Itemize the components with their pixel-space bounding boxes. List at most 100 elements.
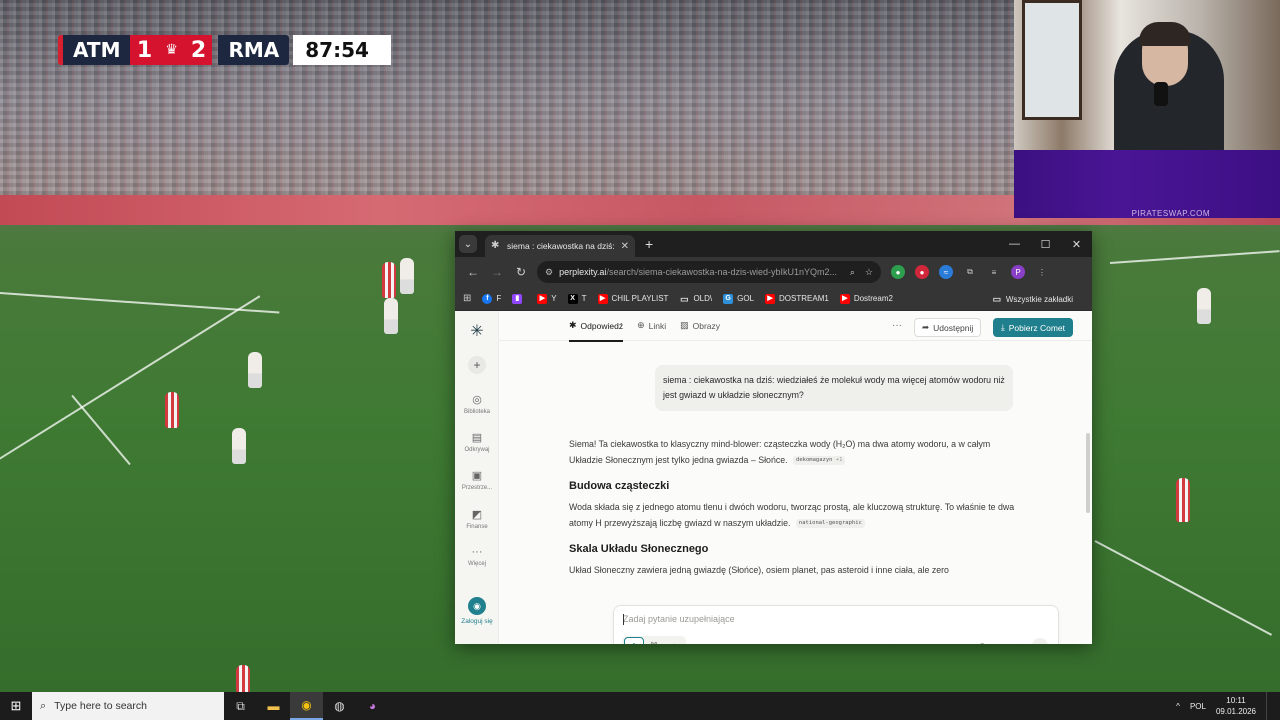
answer-paragraph: Woda składa się z jednego atomu tlenu i … <box>569 502 1015 528</box>
sidebar-item-finance[interactable]: ◩ Finanse <box>455 508 499 530</box>
extension-green-icon[interactable]: ● <box>891 265 905 279</box>
tab-search-button[interactable]: ⌄ <box>459 235 477 253</box>
new-tab-button[interactable]: + <box>645 236 653 252</box>
composer-tools: ⊕ ⌀ ♪ ↑ <box>979 638 1048 644</box>
language-indicator[interactable]: POL <box>1190 702 1206 711</box>
bookmark-star-icon[interactable]: ☆ <box>865 267 873 278</box>
tray-chevron-icon[interactable]: ^ <box>1176 702 1180 711</box>
share-button[interactable]: ➦ Udostępnij <box>914 318 982 337</box>
player <box>232 428 246 464</box>
room-window <box>1022 0 1082 120</box>
player <box>248 352 262 388</box>
bookmark-folder-old[interactable]: ▭ OLD\ <box>679 294 712 304</box>
minimize-button[interactable]: — <box>999 231 1030 257</box>
file-explorer-icon[interactable]: ▬ <box>257 692 290 720</box>
answer-heading: Budowa cząsteczki <box>569 480 670 492</box>
browser-tab[interactable]: ✱ siema : ciekawostka na dziś: wie ✕ <box>485 235 635 257</box>
player <box>400 258 414 294</box>
perplexity-logo-icon[interactable]: ✳ <box>467 321 487 341</box>
reading-list-icon[interactable]: ≡ <box>987 265 1001 279</box>
app-icon[interactable]: ◕ <box>356 692 389 720</box>
bookmark-twitch[interactable]: ▮ <box>512 293 526 304</box>
streamer-hair <box>1139 22 1191 46</box>
microphone-icon[interactable]: ♪ <box>1016 641 1021 644</box>
address-bar[interactable]: ⚙ perplexity.ai/search/siema-ciekawostka… <box>537 261 881 283</box>
extension-blue-icon[interactable]: ≈ <box>939 265 953 279</box>
extensions-puzzle-icon[interactable]: ⧉ <box>963 265 977 279</box>
send-button[interactable]: ↑ <box>1032 638 1048 644</box>
browser-menu-icon[interactable]: ⋮ <box>1035 265 1049 279</box>
back-button[interactable]: ← <box>461 265 485 279</box>
answer-heading: Skala Układu Słonecznego <box>569 543 709 555</box>
text-caret <box>623 614 624 625</box>
citation-badge[interactable]: dekomagazyn +1 <box>793 455 846 465</box>
bookmarks-bar: ⊞ fF ▮ ▶ Y XT ▶ CHIL PLAYLIST ▭ OLD\ G GOL ▶… <box>455 287 1092 311</box>
site-info-icon[interactable]: ⚙ <box>545 267 553 278</box>
tab-links[interactable]: ⊕ Linki <box>637 311 666 341</box>
perplexity-favicon-icon: ✱ <box>491 240 500 251</box>
citation-badge[interactable]: national-geographic <box>795 518 865 528</box>
new-thread-button[interactable]: + <box>468 356 486 374</box>
apps-grid-icon[interactable]: ⊞ <box>463 293 471 304</box>
microphone-icon <box>1154 82 1168 106</box>
all-bookmarks-folder[interactable]: ▭ Wszystkie zakładki <box>992 287 1073 311</box>
zoom-search-icon[interactable]: ⌕ <box>850 267 855 278</box>
windows-start-icon[interactable]: ⊞ <box>0 692 32 720</box>
forward-button[interactable]: → <box>485 265 509 279</box>
answer-body: Siema! Ta ciekawostka to klasyczny mind-… <box>569 437 1019 579</box>
download-comet-button[interactable]: ⤓ Pobierz Comet <box>993 318 1073 337</box>
taskbar-search[interactable]: ⌕ Type here to search <box>32 692 224 720</box>
stream-overlay-panel: PIRATESWAP.COM <box>1014 150 1280 218</box>
sources-globe-icon[interactable]: ⊕ <box>979 641 987 645</box>
search-icon: ⌕ <box>40 699 47 712</box>
thread-content: siema : ciekawostka na dziś: wiedziałeś … <box>499 341 1092 644</box>
show-desktop-button[interactable] <box>1266 692 1270 720</box>
close-tab-icon[interactable]: ✕ <box>621 241 629 252</box>
bookmark-x[interactable]: XT <box>567 293 587 304</box>
bookmark-dostream1[interactable]: ▶ DOSTREAM1 <box>765 293 829 304</box>
share-icon: ➦ <box>922 322 930 332</box>
reload-button[interactable]: ↻ <box>509 265 533 279</box>
follow-up-composer[interactable]: Zadaj pytanie uzupełniające ⌕ ⌘ ♁ ⊕ ⌀ ♪ … <box>613 605 1059 644</box>
attach-icon[interactable]: ⌀ <box>998 641 1003 645</box>
pitch-line <box>1109 250 1280 264</box>
bookmark-gol[interactable]: G GOL <box>723 293 754 304</box>
pitch-line <box>1094 540 1273 636</box>
watermark: PIRATESWAP.COM <box>1131 209 1210 218</box>
sidebar-item-spaces[interactable]: ▣ Przestrze... <box>455 469 499 491</box>
more-options-icon[interactable]: ··· <box>892 320 902 331</box>
bookmark-youtube-y[interactable]: ▶ Y <box>537 293 557 304</box>
bookmark-chil-playlist[interactable]: ▶ CHIL PLAYLIST <box>597 293 668 304</box>
system-clock[interactable]: 10:11 09.01.2026 <box>1216 695 1256 717</box>
search-mode-icon[interactable]: ⌕ <box>624 637 644 644</box>
maximize-button[interactable]: ☐ <box>1030 231 1061 257</box>
result-tabs: ✱ Odpowiedź ⊕ Linki ▨ Obrazy ··· ➦ Udost… <box>499 311 1092 342</box>
tab-answer[interactable]: ✱ Odpowiedź <box>569 311 624 342</box>
browser-toolbar: ← → ↻ ⚙ perplexity.ai/search/siema-cieka… <box>455 257 1092 287</box>
x-icon: X <box>567 293 578 304</box>
profile-avatar[interactable]: P <box>1011 265 1025 279</box>
tab-images[interactable]: ▨ Obrazy <box>680 311 720 341</box>
sidebar-item-library[interactable]: ◎ Biblioteka <box>455 393 499 415</box>
obs-icon[interactable]: ◍ <box>323 692 356 720</box>
home-score: 1 <box>130 35 159 65</box>
sidebar-item-more[interactable]: ··· Więcej <box>455 546 499 567</box>
login-button[interactable]: ◉ Zaloguj się <box>455 597 499 625</box>
extension-red-icon[interactable]: ● <box>915 265 929 279</box>
answer-paragraph: Siema! Ta ciekawostka to klasyczny mind-… <box>569 439 991 465</box>
follow-up-input[interactable]: Zadaj pytanie uzupełniające <box>623 614 735 624</box>
bookmark-facebook[interactable]: fF <box>482 293 501 304</box>
research-mode-icon[interactable]: ⌘ <box>644 637 664 645</box>
match-clock: 87:54 <box>293 35 392 65</box>
competition-crest-icon: ♛ <box>158 35 185 65</box>
match-scoreboard: ATM 1 ♛ 2 RMA 87:54 <box>58 35 392 65</box>
close-window-button[interactable]: ✕ <box>1061 231 1092 257</box>
more-icon: ··· <box>471 546 483 558</box>
chrome-icon[interactable]: ◉ <box>290 692 323 720</box>
discover-icon: ▤ <box>471 432 483 444</box>
task-view-icon[interactable]: ⧉ <box>224 692 257 720</box>
labs-mode-icon[interactable]: ♁ <box>664 637 684 645</box>
scrollbar[interactable] <box>1086 433 1090 513</box>
sidebar-item-discover[interactable]: ▤ Odkrywaj <box>455 431 499 453</box>
bookmark-dostream2[interactable]: ▶ Dostream2 <box>839 293 893 304</box>
